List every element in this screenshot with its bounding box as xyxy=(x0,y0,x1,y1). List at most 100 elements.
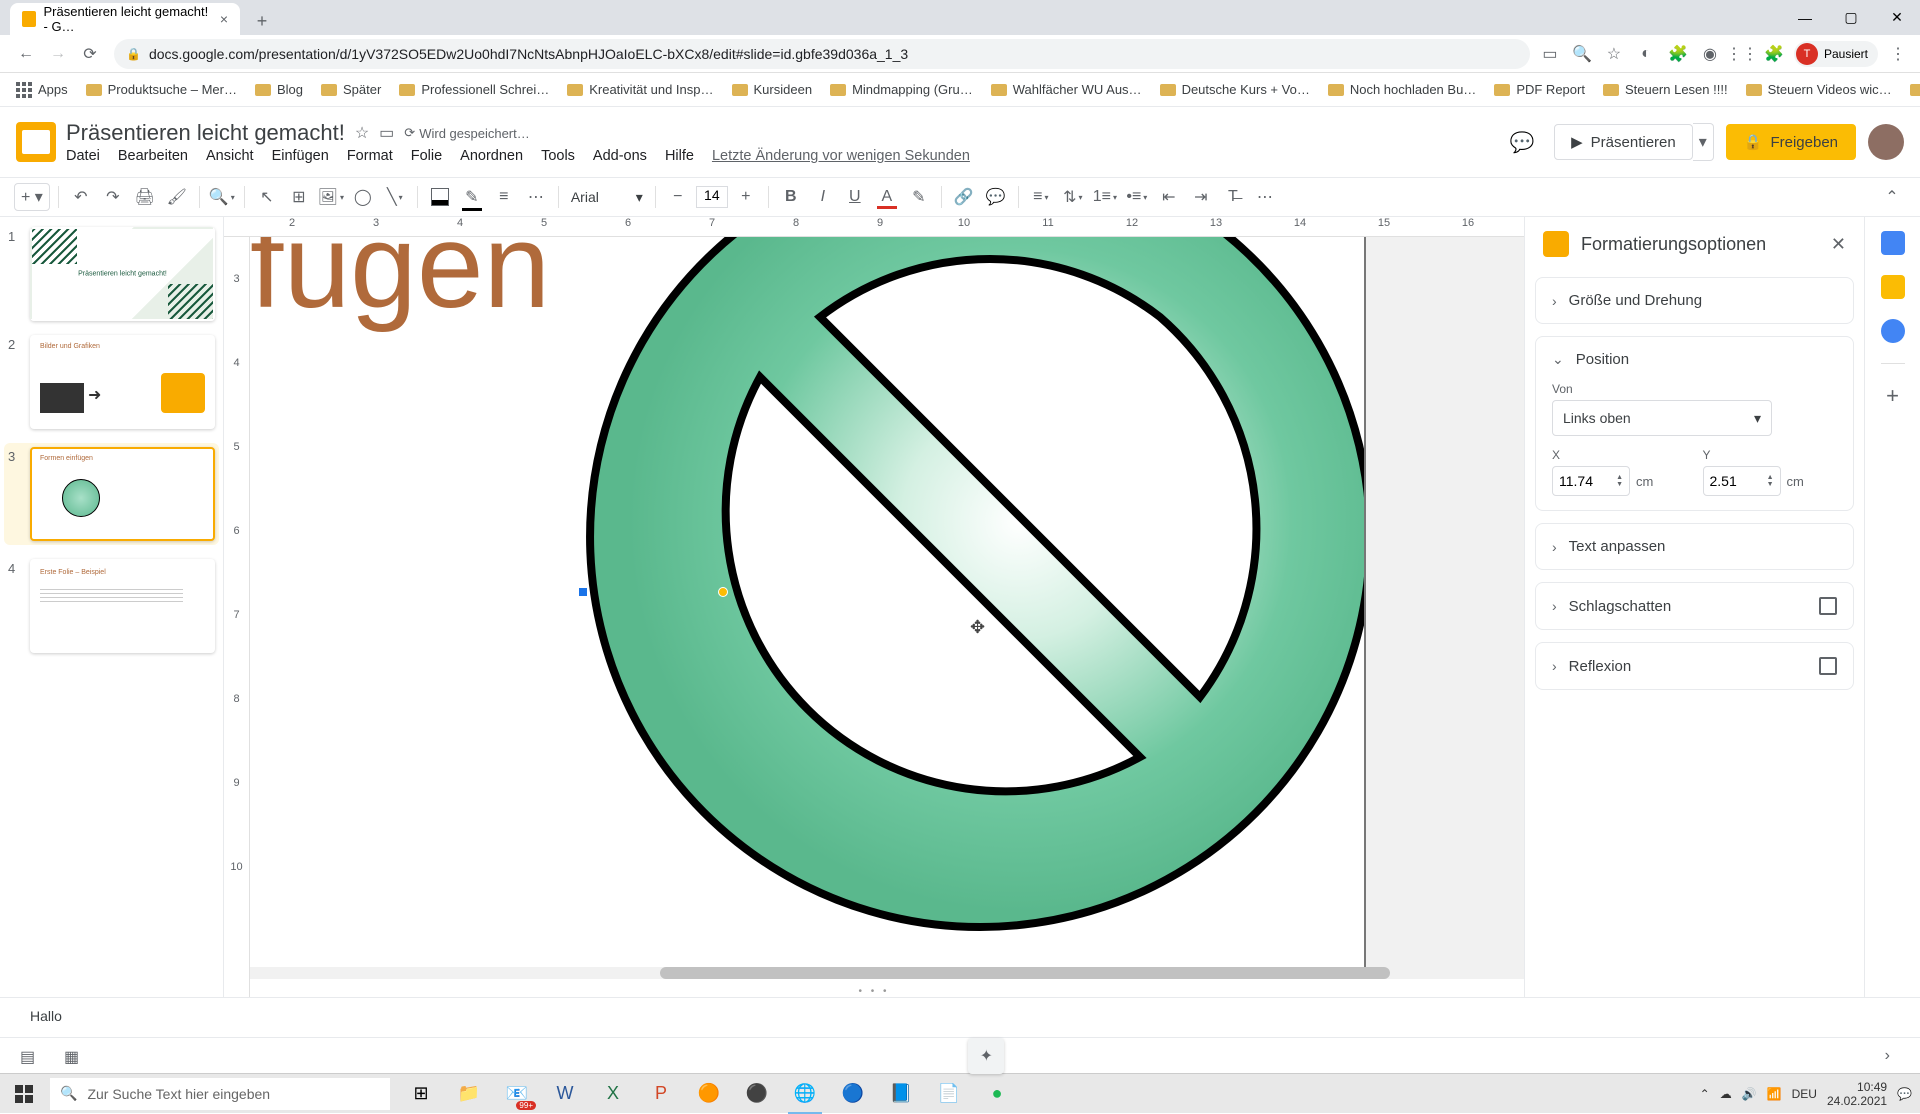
bookmark-item[interactable]: Deutsche Kurs + Vo… xyxy=(1154,78,1316,101)
collapse-toolbar-button[interactable]: ⌃ xyxy=(1878,183,1906,211)
tray-wifi-icon[interactable]: 📶 xyxy=(1767,1087,1782,1101)
close-window-button[interactable]: ✕ xyxy=(1874,0,1920,35)
extensions-icon[interactable]: 🧩 xyxy=(1762,42,1786,66)
document-title[interactable]: Präsentieren leicht gemacht! xyxy=(66,120,345,146)
font-size-input[interactable]: 14 xyxy=(696,186,728,208)
back-button[interactable]: ← xyxy=(10,38,42,70)
y-input[interactable]: 2.51▲▼ xyxy=(1703,466,1781,496)
no-symbol-shape[interactable] xyxy=(580,237,1380,937)
share-button[interactable]: 🔒 Freigeben xyxy=(1726,124,1856,160)
menu-file[interactable]: Datei xyxy=(66,148,100,164)
text-color-button[interactable]: A xyxy=(873,183,901,211)
move-button[interactable]: ▭ xyxy=(379,123,394,143)
image-tool[interactable]: 🖼 xyxy=(317,183,345,211)
zoom-button[interactable]: 🔍 xyxy=(208,183,236,211)
close-sidebar-button[interactable]: ✕ xyxy=(1831,234,1846,255)
new-tab-button[interactable]: + xyxy=(248,7,276,35)
reload-button[interactable]: ⟳ xyxy=(74,38,106,70)
last-edit-link[interactable]: Letzte Änderung vor wenigen Sekunden xyxy=(712,148,970,164)
profile-badge[interactable]: T Pausiert xyxy=(1794,41,1878,67)
tray-volume-icon[interactable]: 🔊 xyxy=(1742,1087,1757,1101)
star-icon[interactable]: ☆ xyxy=(1602,42,1626,66)
undo-button[interactable]: ↶ xyxy=(67,183,95,211)
section-size-rotation[interactable]: ›Größe und Drehung xyxy=(1535,277,1854,324)
canvas-viewport[interactable]: fügen ✥ xyxy=(250,237,1524,967)
zoom-icon[interactable]: 🔍 xyxy=(1570,42,1594,66)
horizontal-scrollbar[interactable] xyxy=(250,967,1524,979)
new-slide-button[interactable]: + ▾ xyxy=(14,183,50,211)
panel-resize-handle[interactable]: • • • xyxy=(858,986,889,997)
menu-tools[interactable]: Tools xyxy=(541,148,575,164)
align-button[interactable]: ≡ xyxy=(1027,183,1055,211)
bookmark-item[interactable]: Steuern Videos wic… xyxy=(1740,78,1898,101)
slide-thumbnail-2[interactable]: Bilder und Grafiken ➜ xyxy=(30,335,215,429)
from-select[interactable]: Links oben▾ xyxy=(1552,400,1772,436)
menu-edit[interactable]: Bearbeiten xyxy=(118,148,188,164)
selection-handle-left[interactable] xyxy=(578,587,588,597)
bookmark-item[interactable]: Blog xyxy=(249,78,309,101)
slide-thumb-row[interactable]: 1 Präsentieren leicht gemacht! xyxy=(8,227,215,321)
paint-format-button[interactable]: 🖌 xyxy=(163,183,191,211)
section-position-header[interactable]: ⌄Position xyxy=(1552,351,1837,368)
slide-thumb-row[interactable]: 2 Bilder und Grafiken ➜ xyxy=(8,335,215,429)
taskbar-search[interactable]: 🔍 Zur Suche Text hier eingeben xyxy=(50,1078,390,1110)
browser-tab[interactable]: Präsentieren leicht gemacht! - G… × xyxy=(10,3,240,35)
maximize-button[interactable]: ▢ xyxy=(1828,0,1874,35)
keep-icon[interactable] xyxy=(1881,275,1905,299)
bookmark-item[interactable]: Büro xyxy=(1904,78,1920,101)
font-size-increase[interactable]: + xyxy=(732,183,760,211)
clear-format-button[interactable]: T̶ xyxy=(1219,183,1247,211)
bold-button[interactable]: B xyxy=(777,183,805,211)
grid-view-button[interactable]: ▦ xyxy=(64,1047,88,1065)
present-dropdown[interactable]: ▾ xyxy=(1693,123,1714,161)
minimize-button[interactable]: — xyxy=(1782,0,1828,35)
numbered-list-button[interactable]: 1≡ xyxy=(1091,183,1119,211)
speaker-notes[interactable]: Hallo xyxy=(0,997,1920,1037)
forward-button[interactable]: → xyxy=(42,38,74,70)
menu-format[interactable]: Format xyxy=(347,148,393,164)
shape-tool[interactable]: ◯ xyxy=(349,183,377,211)
tray-clock[interactable]: 10:49 24.02.2021 xyxy=(1827,1080,1887,1108)
section-reflection[interactable]: ›Reflexion xyxy=(1535,642,1854,690)
section-text-fit[interactable]: ›Text anpassen xyxy=(1535,523,1854,570)
slide-thumbnail-4[interactable]: Erste Folie – Beispiel xyxy=(30,559,215,653)
more-toolbar-button[interactable]: ⋯ xyxy=(1251,183,1279,211)
slides-logo[interactable] xyxy=(16,122,56,162)
section-drop-shadow[interactable]: ›Schlagschatten xyxy=(1535,582,1854,630)
menu-addons[interactable]: Add-ons xyxy=(593,148,647,164)
bookmark-item[interactable]: Professionell Schrei… xyxy=(393,78,555,101)
italic-button[interactable]: I xyxy=(809,183,837,211)
indent-button[interactable]: ⇥ xyxy=(1187,183,1215,211)
tray-chevron-icon[interactable]: ⌃ xyxy=(1700,1087,1710,1101)
slide-thumbnail-1[interactable]: Präsentieren leicht gemacht! xyxy=(30,227,215,321)
x-input[interactable]: 11.74▲▼ xyxy=(1552,466,1630,496)
account-avatar[interactable] xyxy=(1868,124,1904,160)
fill-color-button[interactable] xyxy=(426,183,454,211)
bookmark-item[interactable]: Mindmapping (Gru… xyxy=(824,78,979,101)
bookmark-item[interactable]: Später xyxy=(315,78,387,101)
link-button[interactable]: 🔗 xyxy=(950,183,978,211)
apps-button[interactable]: Apps xyxy=(10,78,74,102)
vertical-ruler[interactable]: 3 4 5 6 7 8 9 10 xyxy=(224,237,250,997)
calendar-icon[interactable] xyxy=(1881,231,1905,255)
ext-1-icon[interactable]: ◐ xyxy=(1634,42,1658,66)
ext-4-icon[interactable]: ⋮⋮ xyxy=(1730,42,1754,66)
bookmark-item[interactable]: PDF Report xyxy=(1488,78,1591,101)
selection-handle-rotate[interactable] xyxy=(718,587,728,597)
explore-button[interactable]: ✦ xyxy=(968,1038,1004,1074)
textbox-tool[interactable]: ⊞ xyxy=(285,183,313,211)
bookmark-item[interactable]: Wahlfächer WU Aus… xyxy=(985,78,1148,101)
bulleted-list-button[interactable]: •≡ xyxy=(1123,183,1151,211)
tray-lang[interactable]: DEU xyxy=(1792,1087,1817,1101)
underline-button[interactable]: U xyxy=(841,183,869,211)
print-button[interactable]: 🖨 xyxy=(131,183,159,211)
outdent-button[interactable]: ⇤ xyxy=(1155,183,1183,211)
bookmark-item[interactable]: Steuern Lesen !!!! xyxy=(1597,78,1734,101)
menu-slide[interactable]: Folie xyxy=(411,148,442,164)
bookmark-item[interactable]: Produktsuche – Mer… xyxy=(80,78,243,101)
border-weight-button[interactable]: ≡ xyxy=(490,183,518,211)
comments-button[interactable]: 💬 xyxy=(1502,122,1542,162)
bookmark-item[interactable]: Kursideen xyxy=(726,78,819,101)
chrome-menu-icon[interactable]: ⋮ xyxy=(1886,42,1910,66)
bookmark-item[interactable]: Noch hochladen Bu… xyxy=(1322,78,1482,101)
